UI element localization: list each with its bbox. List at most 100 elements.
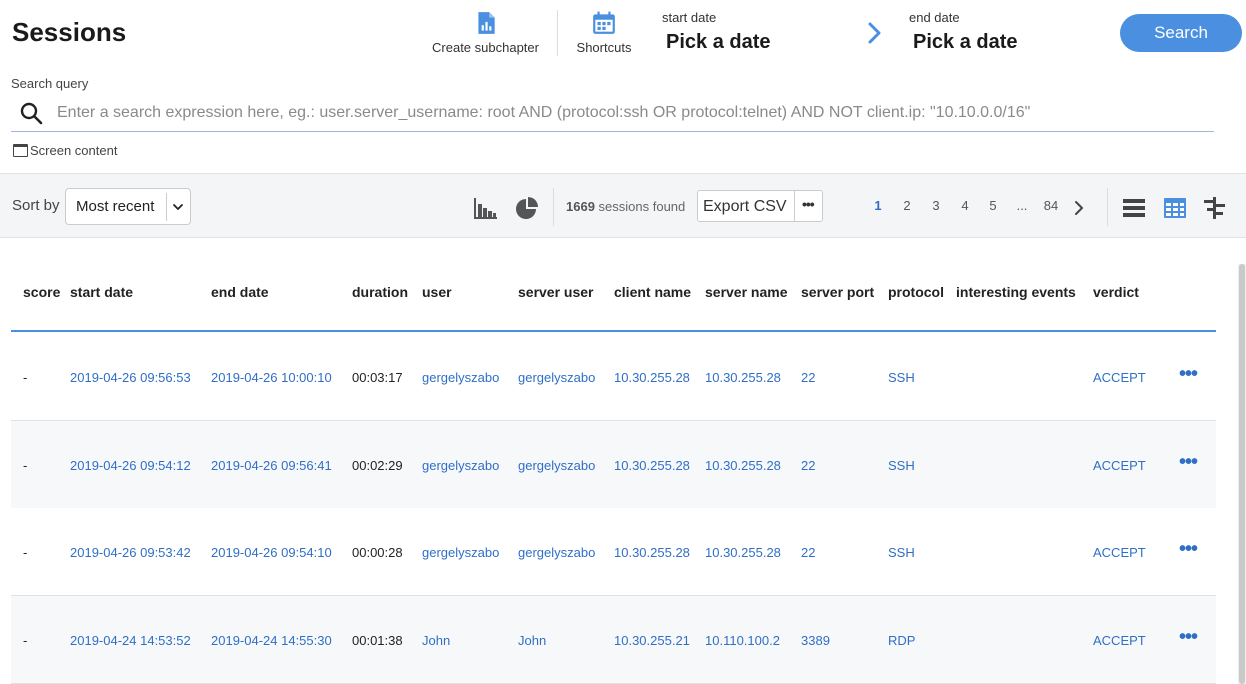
bar-chart-icon[interactable] <box>474 197 498 219</box>
column-server-name[interactable]: server name <box>705 284 788 300</box>
screen-content-label: Screen content <box>30 143 118 158</box>
cell-score: - <box>23 458 28 473</box>
divider <box>1107 188 1108 226</box>
cell-start-date[interactable]: 2019-04-24 14:53:52 <box>70 633 191 648</box>
scrollbar-thumb[interactable] <box>1239 264 1245 684</box>
table-row[interactable]: - 2019-04-26 09:53:42 2019-04-26 09:54:1… <box>11 508 1216 596</box>
cell-user[interactable]: gergelyszabo <box>422 545 499 560</box>
search-button[interactable]: Search <box>1120 14 1242 52</box>
column-user[interactable]: user <box>422 284 452 300</box>
cell-start-date[interactable]: 2019-04-26 09:56:53 <box>70 370 191 385</box>
cell-end-date[interactable]: 2019-04-26 09:56:41 <box>211 458 332 473</box>
cell-end-date[interactable]: 2019-04-26 10:00:10 <box>211 370 332 385</box>
cell-verdict[interactable]: ACCEPT <box>1093 370 1146 385</box>
cell-user[interactable]: John <box>422 633 450 648</box>
sort-select[interactable]: Most recent <box>65 188 191 225</box>
cell-protocol[interactable]: SSH <box>888 370 915 385</box>
chevron-right-icon[interactable] <box>1072 200 1086 216</box>
cell-verdict[interactable]: ACCEPT <box>1093 545 1146 560</box>
cell-client-name[interactable]: 10.30.255.21 <box>614 633 690 648</box>
cell-start-date[interactable]: 2019-04-26 09:53:42 <box>70 545 191 560</box>
cell-server-port[interactable]: 22 <box>801 458 815 473</box>
column-server-user[interactable]: server user <box>518 284 594 300</box>
page-5[interactable]: 5 <box>983 198 1003 213</box>
cell-user[interactable]: gergelyszabo <box>422 458 499 473</box>
cell-server-name[interactable]: 10.110.100.2 <box>705 633 780 648</box>
page-3[interactable]: 3 <box>926 198 946 213</box>
cell-duration: 00:03:17 <box>352 370 403 385</box>
cell-server-port[interactable]: 22 <box>801 545 815 560</box>
page-84[interactable]: 84 <box>1041 198 1061 213</box>
cell-user[interactable]: gergelyszabo <box>422 370 499 385</box>
chevron-right-icon[interactable] <box>864 20 886 46</box>
list-view-icon[interactable] <box>1122 197 1146 219</box>
cell-server-name[interactable]: 10.30.255.28 <box>705 458 781 473</box>
column-server-port[interactable]: server port <box>801 284 874 300</box>
window-icon <box>13 144 28 157</box>
cell-server-user[interactable]: John <box>518 633 546 648</box>
column-duration[interactable]: duration <box>352 284 408 300</box>
header: Sessions Create subchapter Shortcuts sta… <box>0 0 1246 70</box>
column-protocol[interactable]: protocol <box>888 284 944 300</box>
pie-chart-icon[interactable] <box>515 197 539 219</box>
column-start-date[interactable]: start date <box>70 284 133 300</box>
row-more-button[interactable]: ••• <box>1179 364 1198 384</box>
column-client-name[interactable]: client name <box>614 284 691 300</box>
end-date-picker[interactable]: end date Pick a date <box>909 10 1018 54</box>
export-more-button[interactable]: ••• <box>802 196 815 212</box>
sort-select-divider <box>166 193 167 221</box>
scrollbar[interactable] <box>1238 264 1246 684</box>
column-score[interactable]: score <box>23 284 60 300</box>
search-query-row <box>11 93 1214 132</box>
table-row[interactable]: - 2019-04-24 14:53:52 2019-04-24 14:55:3… <box>11 596 1216 684</box>
cell-server-user[interactable]: gergelyszabo <box>518 370 595 385</box>
export-csv-button[interactable]: Export CSV ••• <box>697 190 823 222</box>
row-more-button[interactable]: ••• <box>1179 539 1198 559</box>
screen-content-toggle[interactable]: Screen content <box>13 143 117 158</box>
cell-server-port[interactable]: 3389 <box>801 633 830 648</box>
cell-protocol[interactable]: SSH <box>888 458 915 473</box>
cell-server-user[interactable]: gergelyszabo <box>518 545 595 560</box>
export-csv-label: Export CSV <box>703 198 787 215</box>
page-4[interactable]: 4 <box>955 198 975 213</box>
cell-server-name[interactable]: 10.30.255.28 <box>705 370 781 385</box>
cell-server-port[interactable]: 22 <box>801 370 815 385</box>
cell-server-user[interactable]: gergelyszabo <box>518 458 595 473</box>
table-row[interactable]: - 2019-04-26 09:54:12 2019-04-26 09:56:4… <box>11 421 1216 509</box>
cell-protocol[interactable]: RDP <box>888 633 915 648</box>
cell-verdict[interactable]: ACCEPT <box>1093 633 1146 648</box>
cell-client-name[interactable]: 10.30.255.28 <box>614 545 690 560</box>
search-input[interactable] <box>57 101 1207 125</box>
page-2[interactable]: 2 <box>897 198 917 213</box>
sort-select-value: Most recent <box>76 198 155 215</box>
page-1[interactable]: 1 <box>868 198 888 213</box>
sessions-found: 1669 sessions found <box>566 199 685 214</box>
cell-end-date[interactable]: 2019-04-26 09:54:10 <box>211 545 332 560</box>
cell-end-date[interactable]: 2019-04-24 14:55:30 <box>211 633 332 648</box>
start-date-value[interactable]: Pick a date <box>666 31 771 54</box>
cell-client-name[interactable]: 10.30.255.28 <box>614 370 690 385</box>
page-ellipsis: ... <box>1016 198 1028 213</box>
cell-score: - <box>23 370 28 385</box>
column-verdict[interactable]: verdict <box>1093 284 1139 300</box>
end-date-value[interactable]: Pick a date <box>913 31 1018 54</box>
tree-view-icon[interactable] <box>1203 197 1227 219</box>
cell-start-date[interactable]: 2019-04-26 09:54:12 <box>70 458 191 473</box>
end-date-label: end date <box>909 10 960 25</box>
cell-verdict[interactable]: ACCEPT <box>1093 458 1146 473</box>
column-end-date[interactable]: end date <box>211 284 269 300</box>
cell-client-name[interactable]: 10.30.255.28 <box>614 458 690 473</box>
grid-view-icon[interactable] <box>1163 197 1187 219</box>
row-more-button[interactable]: ••• <box>1179 452 1198 472</box>
search-icon <box>20 102 43 125</box>
sessions-count: 1669 <box>566 199 595 214</box>
start-date-picker[interactable]: start date Pick a date <box>662 10 771 54</box>
column-interesting-events[interactable]: interesting events <box>956 284 1076 300</box>
create-subchapter-button[interactable]: Create subchapter <box>428 10 543 55</box>
cell-protocol[interactable]: SSH <box>888 545 915 560</box>
shortcuts-button[interactable]: Shortcuts <box>572 10 636 55</box>
cell-server-name[interactable]: 10.30.255.28 <box>705 545 781 560</box>
row-more-button[interactable]: ••• <box>1179 627 1198 647</box>
create-subchapter-label: Create subchapter <box>432 40 539 55</box>
table-row[interactable]: - 2019-04-26 09:56:53 2019-04-26 10:00:1… <box>11 333 1216 421</box>
